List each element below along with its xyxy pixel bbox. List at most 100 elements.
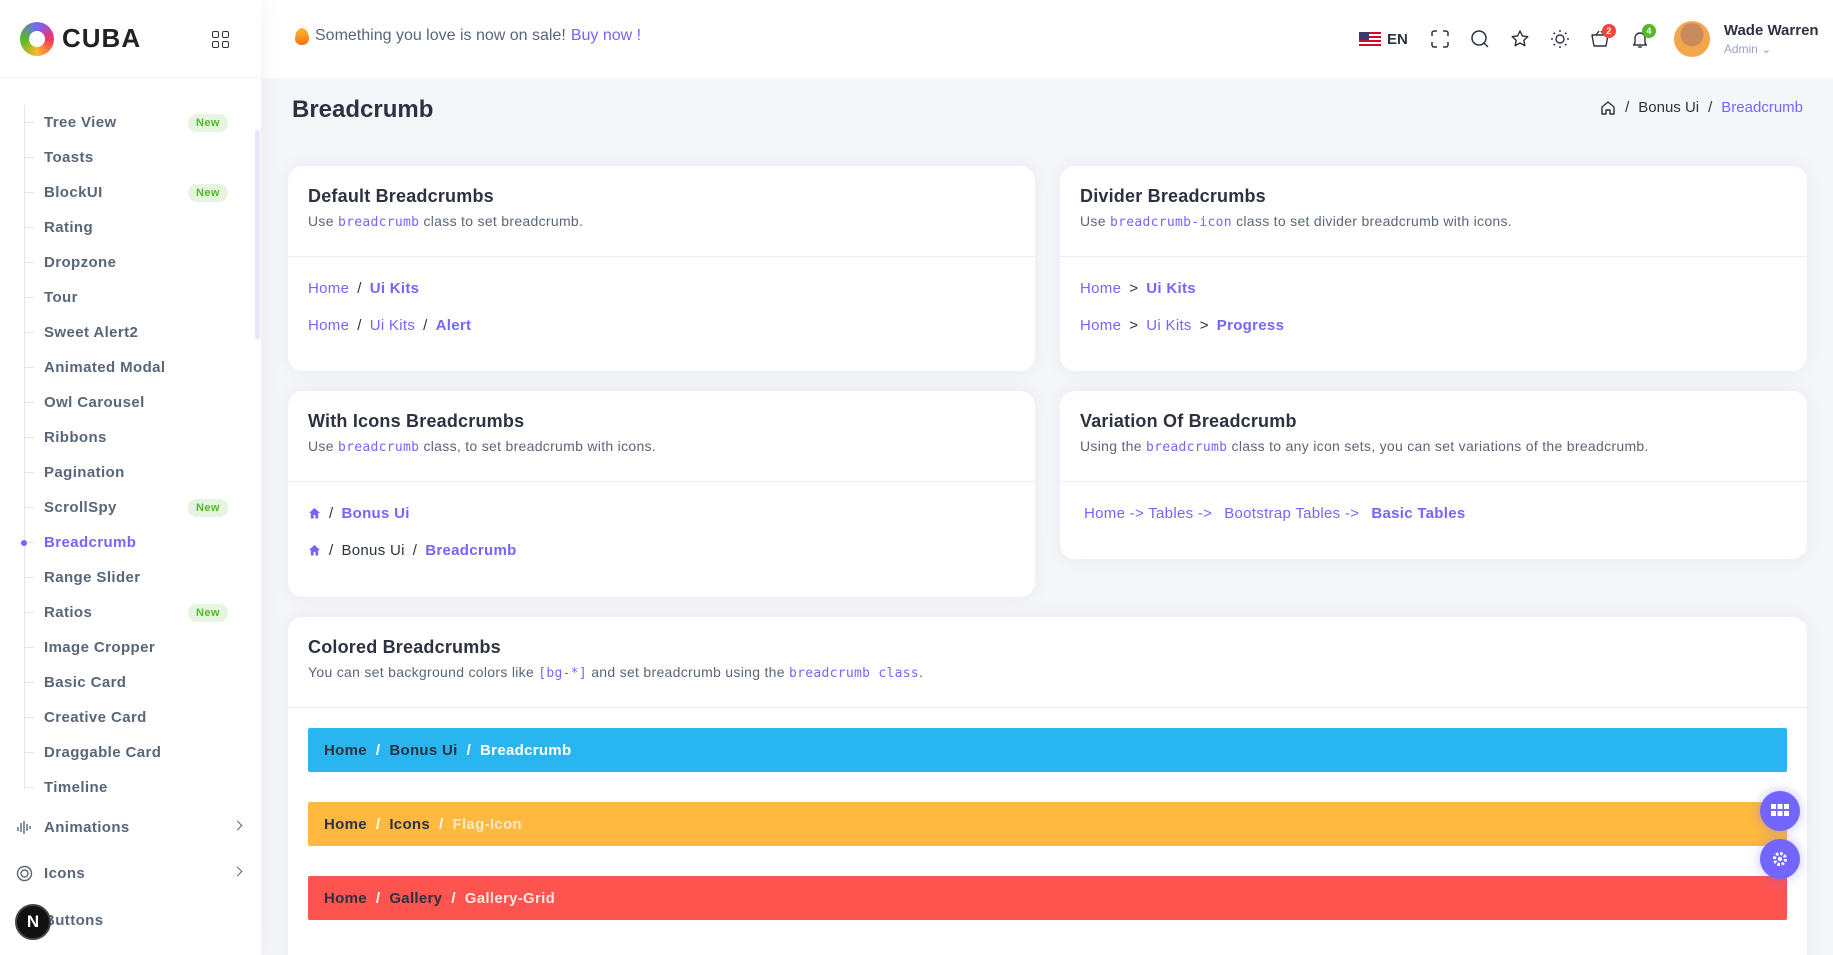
user-profile[interactable]: Wade Warren Admin ⌄ xyxy=(1724,22,1819,56)
colored-breadcrumb-warning: Home / Icons / Flag-Icon xyxy=(308,802,1787,846)
sidebar-item-creative-card[interactable]: Creative Card xyxy=(0,700,261,735)
sidebar-toggle-grid-icon[interactable] xyxy=(212,31,229,48)
breadcrumb-link[interactable]: Gallery xyxy=(389,890,442,907)
sidebar-item-scrollspy[interactable]: ScrollSpy New xyxy=(0,490,261,525)
sidebar-item-ratios[interactable]: Ratios New xyxy=(0,595,261,630)
sidebar-item-range-slider[interactable]: Range Slider xyxy=(0,560,261,595)
notification-count-badge: 4 xyxy=(1641,24,1656,38)
star-icon[interactable] xyxy=(1510,29,1530,49)
settings-button[interactable] xyxy=(1760,839,1800,879)
cart-icon[interactable]: 2 xyxy=(1590,24,1616,49)
icons-icon xyxy=(16,865,33,882)
search-icon[interactable] xyxy=(1470,29,1490,49)
sidebar: CUBA Tree View New Toasts BlockUI New Rati… xyxy=(0,0,261,955)
breadcrumb-link[interactable]: Home xyxy=(324,890,367,907)
sidebar-item-draggable-card[interactable]: Draggable Card xyxy=(0,735,261,770)
card-subtitle: Use breadcrumb class, to set breadcrumb … xyxy=(308,438,657,455)
breadcrumb-link[interactable]: Home xyxy=(308,317,349,334)
bell-icon[interactable]: 4 xyxy=(1630,24,1656,49)
breadcrumb-current: Bonus Ui xyxy=(341,504,410,522)
sidebar-item-blockui[interactable]: BlockUI New xyxy=(0,175,261,210)
sidebar-group-label: Buttons xyxy=(44,911,104,929)
logo[interactable]: CUBA xyxy=(0,0,261,78)
divider-breadcrumbs-card: Divider Breadcrumbs Use breadcrumb-icon … xyxy=(1060,166,1807,371)
sidebar-item-label: Timeline xyxy=(44,779,108,796)
user-name: Wade Warren xyxy=(1723,22,1819,39)
sidebar-item-tree-view[interactable]: Tree View New xyxy=(0,105,261,140)
breadcrumb-bonus-ui[interactable]: Bonus Ui xyxy=(1638,99,1699,116)
sidebar-scrollbar[interactable] xyxy=(255,130,260,340)
card-subtitle: Use breadcrumb class to set breadcrumb. xyxy=(308,213,584,230)
card-title: With Icons Breadcrumbs xyxy=(308,411,525,431)
next-dev-badge[interactable]: N xyxy=(15,904,51,940)
breadcrumb-link[interactable]: Bootstrap Tables -> xyxy=(1224,505,1359,522)
home-icon[interactable] xyxy=(1600,100,1616,116)
breadcrumb: Home > Ui Kits xyxy=(1080,277,1787,299)
sidebar-item-basic-card[interactable]: Basic Card xyxy=(0,665,261,700)
sidebar-group-icons[interactable]: Icons xyxy=(0,853,261,893)
sidebar-item-label: Ribbons xyxy=(44,429,107,446)
sidebar-item-label: Breadcrumb xyxy=(44,534,137,551)
sidebar-item-toasts[interactable]: Toasts xyxy=(0,140,261,175)
breadcrumb-link[interactable]: Home xyxy=(324,742,367,759)
logo-text: CUBA xyxy=(62,23,142,53)
card-subtitle: You can set background colors like [bg-*… xyxy=(308,664,924,681)
breadcrumb-link[interactable]: Home xyxy=(308,280,349,297)
fullscreen-icon[interactable] xyxy=(1430,29,1450,49)
user-role: Admin ⌄ xyxy=(1723,42,1772,56)
chevron-right-icon: > xyxy=(1129,316,1139,334)
breadcrumb: Home > Ui Kits > Progress xyxy=(1080,314,1787,336)
breadcrumb-current: Breadcrumb xyxy=(1721,99,1803,116)
sidebar-item-owl-carousel[interactable]: Owl Carousel xyxy=(0,385,261,420)
variation-breadcrumb-card: Variation Of Breadcrumb Using the breadc… xyxy=(1060,391,1807,559)
sidebar-item-rating[interactable]: Rating xyxy=(0,210,261,245)
card-title: Divider Breadcrumbs xyxy=(1080,186,1266,206)
sidebar-group-animations[interactable]: Animations xyxy=(0,807,261,847)
sun-icon[interactable] xyxy=(1550,29,1570,49)
avatar[interactable] xyxy=(1673,21,1710,57)
card-title: Colored Breadcrumbs xyxy=(308,637,501,657)
home-icon[interactable] xyxy=(308,544,321,557)
breadcrumb-link[interactable]: Icons xyxy=(389,816,430,833)
sidebar-item-dropzone[interactable]: Dropzone xyxy=(0,245,261,280)
grid-icon xyxy=(1771,804,1789,816)
breadcrumb-current: Flag-Icon xyxy=(452,815,522,833)
sidebar-item-label: BlockUI xyxy=(44,184,103,201)
chevron-right-icon: > xyxy=(1199,316,1209,334)
sidebar-item-tour[interactable]: Tour xyxy=(0,280,261,315)
us-flag-icon[interactable] xyxy=(1359,31,1381,47)
chevron-right-icon xyxy=(232,820,243,831)
breadcrumb: / Bonus Ui / Breadcrumb xyxy=(308,539,1015,561)
sidebar-item-image-cropper[interactable]: Image Cropper xyxy=(0,630,261,665)
sidebar-item-timeline[interactable]: Timeline xyxy=(0,770,261,805)
breadcrumb-current: Ui Kits xyxy=(369,279,420,297)
promo-text: Something you love is now on sale! xyxy=(315,27,566,44)
apps-grid-button[interactable] xyxy=(1760,791,1800,831)
buy-now-link[interactable]: Buy now ! xyxy=(571,27,641,45)
header-actions: EN 2 4 Wade Warren Admin ⌄ xyxy=(1359,20,1819,58)
chevron-down-icon: ⌄ xyxy=(1761,42,1772,56)
breadcrumb: Home -> Tables -> Bootstrap Tables -> Ba… xyxy=(1084,502,1787,524)
breadcrumb-link[interactable]: Ui Kits xyxy=(1146,317,1191,334)
sidebar-item-ribbons[interactable]: Ribbons xyxy=(0,420,261,455)
breadcrumb-link[interactable]: Bonus Ui xyxy=(341,542,404,559)
sidebar-item-breadcrumb[interactable]: Breadcrumb xyxy=(0,525,261,560)
sidebar-item-label: Animated Modal xyxy=(44,359,166,376)
breadcrumb-link[interactable]: Home xyxy=(324,816,367,833)
icons-breadcrumbs-card: With Icons Breadcrumbs Use breadcrumb cl… xyxy=(288,391,1035,597)
breadcrumb-current: Alert xyxy=(435,316,472,334)
breadcrumb-link[interactable]: Home -> Tables -> xyxy=(1084,505,1212,522)
sidebar-item-pagination[interactable]: Pagination xyxy=(0,455,261,490)
breadcrumb-link[interactable]: Bonus Ui xyxy=(389,742,457,759)
breadcrumb-link[interactable]: Home xyxy=(1080,317,1121,334)
breadcrumb-separator: / xyxy=(1708,99,1713,116)
home-icon[interactable] xyxy=(308,507,321,520)
chevron-right-icon: > xyxy=(1129,279,1139,297)
language-selector[interactable]: EN xyxy=(1387,31,1408,48)
sidebar-item-animated-modal[interactable]: Animated Modal xyxy=(0,350,261,385)
card-subtitle: Using the breadcrumb class to any icon s… xyxy=(1080,438,1649,455)
breadcrumb-link[interactable]: Ui Kits xyxy=(370,317,415,334)
breadcrumb-link[interactable]: Home xyxy=(1080,280,1121,297)
sidebar-item-sweet-alert2[interactable]: Sweet Alert2 xyxy=(0,315,261,350)
card-title: Variation Of Breadcrumb xyxy=(1080,411,1297,431)
